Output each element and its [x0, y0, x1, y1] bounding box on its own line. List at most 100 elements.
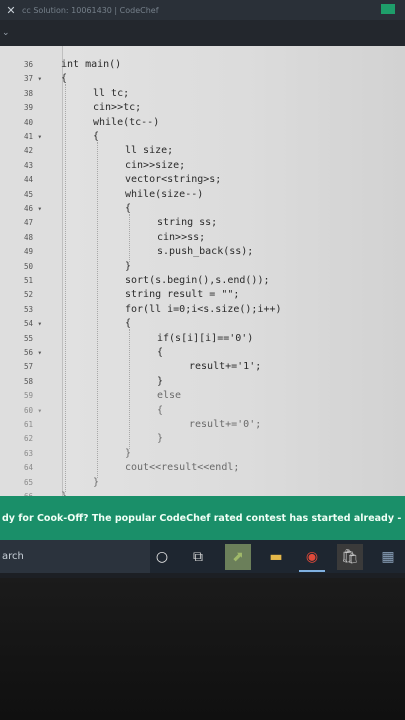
code-line: 41 ▾{: [0, 130, 405, 144]
announcement-banner[interactable]: dy for Cook-Off? The popular CodeChef ra…: [0, 496, 405, 540]
code-editor[interactable]: 36 int main() 37 ▾{38 ll tc; 39 cin>>tc; 40 whi…: [0, 46, 405, 502]
line-number: 60 ▾: [24, 405, 43, 415]
code-text: {: [157, 347, 164, 358]
line-number: 53: [24, 304, 34, 314]
taskbar: arch ○ ⧉ ⬈ ▬ ◉ 🛍 ▦: [0, 540, 405, 573]
line-number: 58: [24, 376, 34, 386]
tab-badge: [381, 4, 395, 14]
code-text: s.push_back(ss);: [157, 246, 254, 258]
code-line: 44 vector<string>s;: [0, 173, 405, 187]
code-text: for(ll i=0;i<s.size();i++): [125, 303, 282, 315]
code-line: 48 cin>>ss;: [0, 231, 405, 245]
indent-guide: [129, 214, 130, 262]
code-line: 54 ▾{: [0, 317, 405, 331]
code-text: cin>>size;: [125, 159, 186, 171]
line-number: 64: [24, 463, 34, 473]
code-text: }: [125, 260, 132, 272]
code-text: vector<string>s;: [125, 174, 222, 186]
line-number: 52: [24, 290, 34, 300]
line-number: 54 ▾: [24, 319, 43, 329]
code-line: 59 else: [0, 389, 405, 403]
code-text: ll tc;: [93, 87, 130, 99]
line-number: 61: [24, 420, 34, 429]
code-text: }: [125, 447, 132, 459]
code-line: 49 s.push_back(ss);: [0, 245, 405, 259]
line-number: 41 ▾: [24, 132, 43, 141]
line-number: 44: [24, 175, 34, 185]
line-number: 48: [24, 232, 34, 242]
code-line: 43 cin>>size;: [0, 159, 405, 173]
code-line: 40 while(tc--): [0, 116, 405, 130]
code-line: 50}: [0, 260, 405, 274]
line-number: 46 ▾: [24, 204, 43, 213]
line-number: 38: [24, 88, 34, 98]
line-number: 65: [24, 477, 34, 487]
code-text: while(size--): [125, 188, 204, 200]
line-number: 51: [24, 276, 34, 285]
code-line: 56 ▾ {: [0, 346, 405, 360]
line-number: 47: [24, 218, 34, 228]
code-line: 46 ▾{: [0, 202, 405, 216]
code-line: 39 cin>>tc;: [0, 101, 405, 115]
screen: ✕ cc Solution: 10061430 | CodeChef ⌄ 36 i…: [0, 0, 405, 578]
app-tile-icon[interactable]: ⬈: [225, 544, 251, 570]
code-line: 38 ll tc;: [0, 87, 405, 101]
taskbar-search-box[interactable]: arch: [0, 540, 150, 573]
code-line: 51 sort(s.begin(),s.end());: [0, 274, 405, 288]
code-text: while(tc--): [93, 116, 160, 128]
cortana-circle-icon[interactable]: ○: [149, 544, 175, 570]
code-line: 53 for(ll i=0;i<s.size();i++): [0, 303, 405, 317]
code-text: }: [157, 375, 164, 387]
app-icon[interactable]: ▦: [375, 544, 401, 570]
code-line: 36 int main(): [0, 58, 405, 72]
chevron-down-icon[interactable]: ⌄: [2, 28, 10, 38]
file-explorer-icon[interactable]: ▬: [263, 544, 289, 570]
code-line: 58}: [0, 375, 405, 389]
chrome-icon[interactable]: ◉: [299, 544, 325, 572]
line-number: 50: [24, 261, 34, 271]
line-number: 39: [24, 103, 34, 113]
code-line: 57 result+='1';: [0, 360, 405, 374]
desk-surface: [0, 578, 405, 720]
task-view-icon[interactable]: ⧉: [185, 544, 211, 570]
line-number: 40: [24, 117, 34, 127]
window-title: cc Solution: 10061430 | CodeChef: [22, 5, 159, 15]
code-line: 61 result+='0';: [0, 418, 405, 432]
code-line: 65}: [0, 476, 405, 490]
line-number: 49: [24, 247, 34, 257]
code-line: 55 if(s[i][i]=='0'): [0, 332, 405, 346]
code-text: sort(s.begin(),s.end());: [125, 275, 270, 286]
code-line: 37 ▾{: [0, 72, 405, 86]
line-number: 43: [24, 160, 34, 170]
store-icon[interactable]: 🛍: [337, 544, 363, 570]
indent-guide: [97, 142, 98, 478]
code-line: 42 ll size;: [0, 144, 405, 158]
code-line: 63}: [0, 447, 405, 461]
line-number: 42: [24, 146, 34, 156]
code-text: string ss;: [157, 217, 218, 229]
code-text: result+='0';: [189, 419, 262, 430]
browser-toolbar: [0, 20, 405, 46]
line-number: 55: [24, 333, 34, 343]
code-text: cin>>tc;: [93, 102, 142, 114]
code-line: 62}: [0, 432, 405, 446]
line-number: 59: [24, 391, 34, 401]
code-text: cin>>ss;: [157, 231, 206, 243]
code-line: 47 string ss;: [0, 216, 405, 230]
line-number: 36: [24, 60, 34, 69]
close-icon[interactable]: ✕: [0, 4, 22, 17]
code-text: if(s[i][i]=='0'): [157, 332, 254, 344]
code-text: }: [157, 433, 164, 445]
code-line: 60 ▾ {: [0, 404, 405, 418]
code-text: result+='1';: [189, 361, 262, 373]
line-number: 37 ▾: [24, 74, 43, 84]
line-number: 57: [24, 362, 34, 372]
line-number: 62: [24, 434, 34, 444]
code-line: 64 cout<<result<<endl;: [0, 461, 405, 475]
code-text: }: [93, 476, 100, 488]
code-text: string result = "";: [125, 289, 240, 301]
line-number: 63: [24, 448, 34, 458]
announcement-text: dy for Cook-Off? The popular CodeChef ra…: [2, 512, 405, 524]
indent-guide: [129, 329, 130, 449]
indent-guide: [65, 84, 66, 492]
